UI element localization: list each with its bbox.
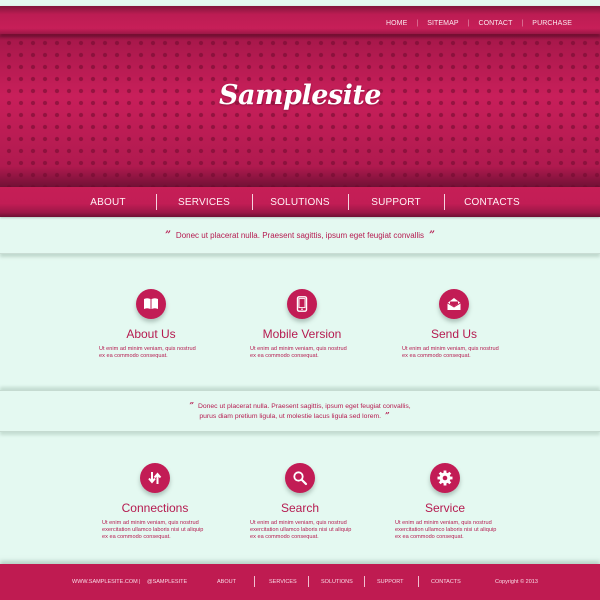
footer-divider [254, 576, 255, 587]
desc-line: Ut enim ad minim veniam, quis nostrud [250, 520, 347, 526]
feature-title: Connections [121, 501, 189, 515]
feature-title: Send Us [430, 327, 478, 341]
site-logo[interactable]: Samplesite [0, 80, 600, 111]
feature-mobile-version[interactable]: Mobile Version Ut enim ad minim veniam, … [227, 289, 377, 360]
main-nav-solutions[interactable]: SOLUTIONS [253, 197, 348, 208]
desc-line: exercitation ullamco laboris nisi ut ali… [250, 527, 352, 534]
quote-text: Donec ut placerat nulla. Praesent sagitt… [175, 230, 425, 240]
feature-description: Ut enim ad minim veniam, quis nostrud ex… [76, 346, 226, 360]
top-nav-sitemap[interactable]: SITEMAP [427, 20, 458, 27]
desc-line: ex ea commodo consequat. [99, 353, 168, 360]
footer-copyright: Copyright © 2013 [495, 579, 538, 585]
desc-line: Ut enim ad minim veniam, quis nostrud [250, 346, 347, 352]
main-nav-services[interactable]: SERVICES [157, 197, 252, 208]
search-icon [285, 463, 315, 493]
feature-title: Service [424, 501, 465, 515]
footer-divider [418, 576, 419, 587]
footer-nav-support[interactable]: SUPPORT [377, 579, 404, 585]
gear-icon [430, 463, 460, 493]
footer-divider [364, 576, 365, 587]
footer-website-link[interactable]: WWW.SAMPLESITE.COM [72, 579, 138, 585]
quote-close-icon: ” [385, 410, 390, 420]
main-nav-support[interactable]: SUPPORT [349, 197, 444, 208]
desc-line: ex ea commodo consequat. [250, 534, 319, 541]
top-bar: HOME | SITEMAP | CONTACT | PURCHASE [0, 6, 600, 34]
quote-line: purus diam pretium ligula, ut molestie l… [199, 413, 382, 420]
feature-description: Ut enim ad minim veniam, quis nostrud ex… [379, 346, 529, 360]
desc-line: Ut enim ad minim veniam, quis nostrud [99, 346, 196, 352]
desc-line: Ut enim ad minim veniam, quis nostrud [395, 520, 492, 526]
footer-divider [308, 576, 309, 587]
main-nav-contacts[interactable]: CONTACTS [445, 197, 540, 208]
arrows-exchange-icon [140, 463, 170, 493]
main-nav-about[interactable]: ABOUT [61, 197, 156, 208]
quote-text: ” Donec ut placerat nulla. Praesent sagit… [189, 401, 410, 421]
feature-description: Ut enim ad minim veniam, quis nostrud ex… [370, 520, 520, 542]
feature-search[interactable]: Search Ut enim ad minim veniam, quis nos… [225, 463, 375, 542]
top-nav-separator: | [467, 20, 470, 27]
top-nav-home[interactable]: HOME [386, 20, 407, 27]
feature-send-us[interactable]: Send Us Ut enim ad minim veniam, quis no… [379, 289, 529, 360]
mobile-icon [287, 289, 317, 319]
desc-line: ex ea commodo consequat. [395, 534, 464, 541]
footer-nav-solutions[interactable]: SOLUTIONS [321, 579, 353, 585]
feature-about-us[interactable]: About Us Ut enim ad minim veniam, quis n… [76, 289, 226, 360]
quote-banner-top: ” Donec ut placerat nulla. Praesent sagi… [0, 217, 600, 254]
footer-handle-link[interactable]: @SAMPLESITE [147, 579, 187, 585]
desc-line: exercitation ullamco laboris nisi ut ali… [102, 527, 204, 534]
quote-open-icon: ” [165, 229, 171, 241]
quote-open-icon: ” [189, 400, 194, 410]
feature-title: About Us [126, 327, 176, 341]
main-nav: ABOUT SERVICES SOLUTIONS SUPPORT CONTACT… [0, 187, 600, 217]
top-nav-contact[interactable]: CONTACT [478, 20, 512, 27]
quote-close-icon: ” [429, 229, 435, 241]
envelope-icon [439, 289, 469, 319]
feature-title: Mobile Version [262, 327, 342, 341]
top-nav-separator: | [521, 20, 524, 27]
feature-description: Ut enim ad minim veniam, quis nostrud ex… [80, 520, 230, 542]
footer-separator: | [139, 579, 141, 585]
footer-nav-contacts[interactable]: CONTACTS [431, 579, 461, 585]
feature-title: Search [280, 501, 320, 515]
desc-line: ex ea commodo consequat. [402, 353, 471, 360]
quote-line: Donec ut placerat nulla. Praesent sagitt… [197, 403, 411, 410]
feature-description: Ut enim ad minim veniam, quis nostrud ex… [225, 520, 375, 542]
desc-line: ex ea commodo consequat. [102, 534, 171, 541]
top-nav: HOME | SITEMAP | CONTACT | PURCHASE [386, 20, 572, 27]
desc-line: exercitation ullamco laboris nisi ut ali… [395, 527, 497, 534]
desc-line: ex ea commodo consequat. [250, 353, 319, 360]
book-icon [136, 289, 166, 319]
footer: WWW.SAMPLESITE.COM | @SAMPLESITE ABOUT S… [0, 564, 600, 600]
top-nav-purchase[interactable]: PURCHASE [532, 20, 572, 27]
desc-line: Ut enim ad minim veniam, quis nostrud [402, 346, 499, 352]
desc-line: Ut enim ad minim veniam, quis nostrud [102, 520, 199, 526]
footer-nav-services[interactable]: SERVICES [269, 579, 297, 585]
footer-nav-about[interactable]: ABOUT [217, 579, 236, 585]
quote-banner-middle: ” Donec ut placerat nulla. Praesent sagit… [0, 390, 600, 432]
top-nav-separator: | [416, 20, 419, 27]
feature-description: Ut enim ad minim veniam, quis nostrud ex… [227, 346, 377, 360]
feature-connections[interactable]: Connections Ut enim ad minim veniam, qui… [80, 463, 230, 542]
feature-service[interactable]: Service Ut enim ad minim veniam, quis no… [370, 463, 520, 542]
